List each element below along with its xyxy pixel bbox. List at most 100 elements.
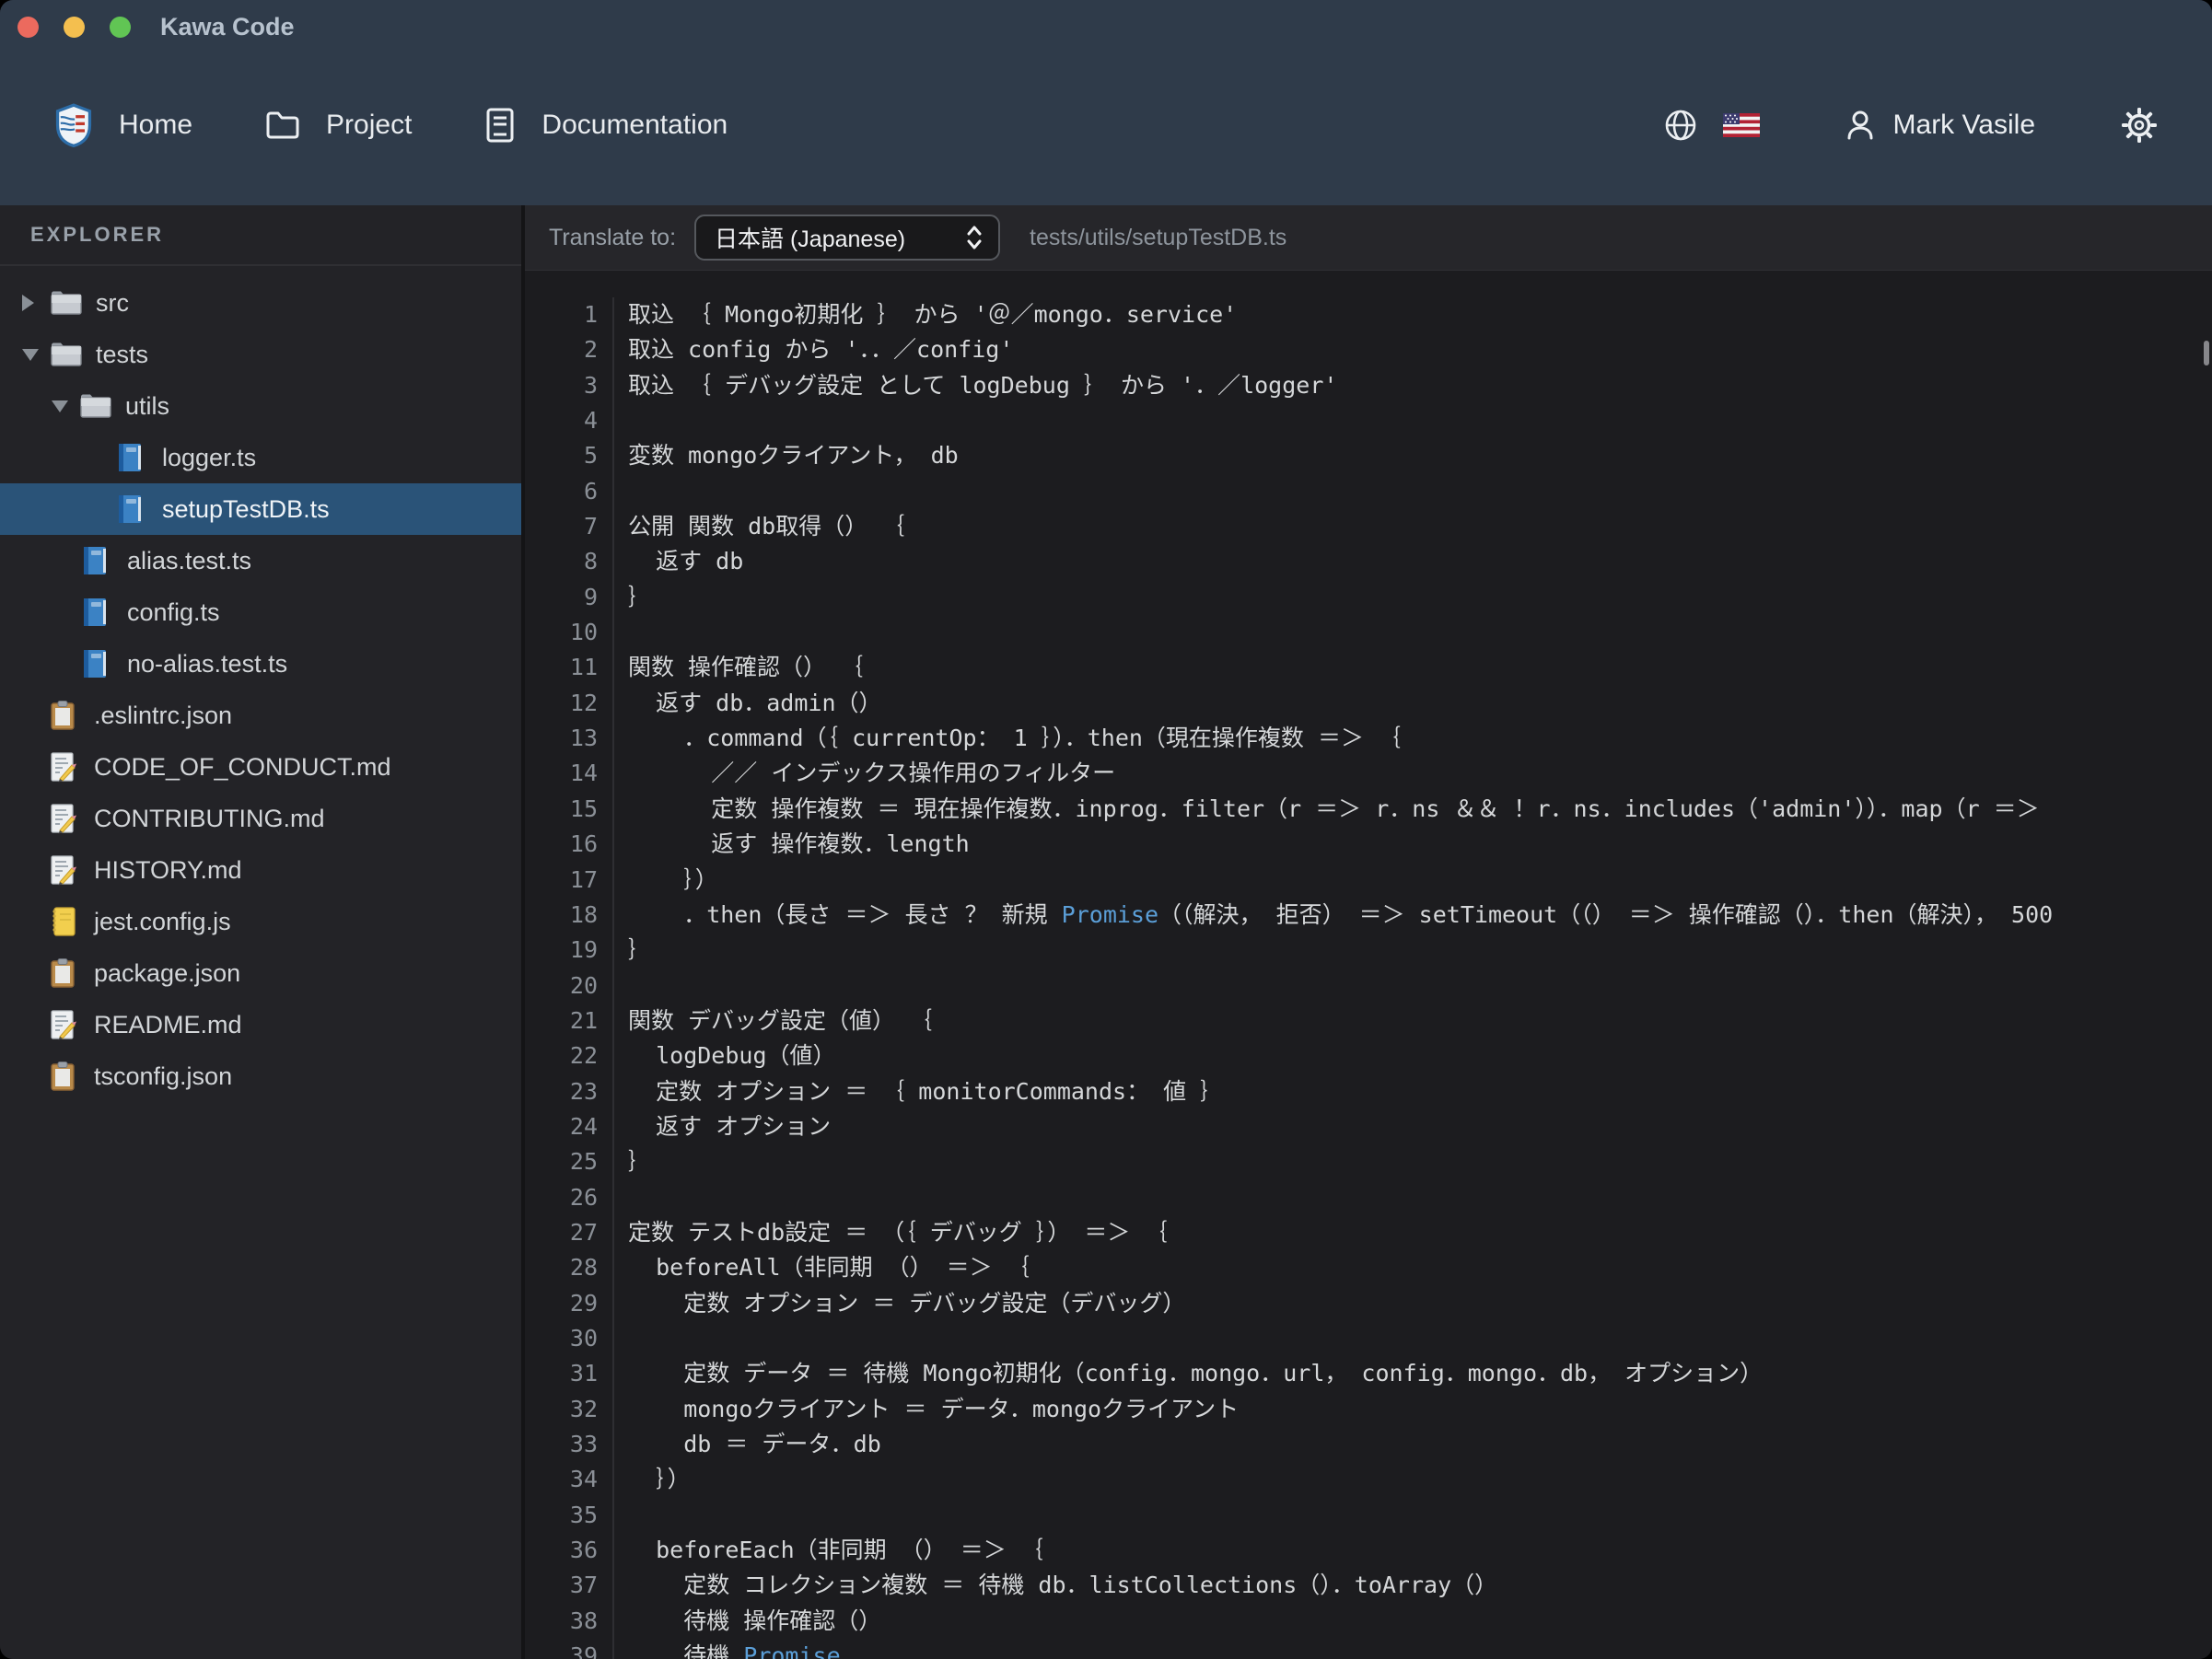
line-number: 21 xyxy=(525,1004,612,1038)
code-token: 定数 データ ＝ 待機 Mongo初期化（config．mongo．url， c… xyxy=(628,1360,1763,1386)
tree-item-code-of-conduct-md[interactable]: CODE_OF_CONDUCT.md xyxy=(0,741,521,793)
line-number: 35 xyxy=(525,1498,612,1533)
code-token: db ＝ データ．db xyxy=(628,1431,881,1457)
code-line[interactable]: 変数 mongoクライアント， db xyxy=(614,438,2212,473)
code-token: 返す 操作複数．length xyxy=(628,830,970,857)
user-menu[interactable]: Mark Vasile xyxy=(1842,107,2035,144)
us-flag-icon[interactable] xyxy=(1722,111,1761,139)
code-token: ｝ xyxy=(628,584,651,610)
zoom-button[interactable] xyxy=(110,17,131,38)
code-line[interactable]: 定数 オプション ＝ ｛ monitorCommands： 値 ｝ xyxy=(614,1074,2212,1109)
document-outline-icon xyxy=(483,107,517,144)
code-line[interactable]: 返す db xyxy=(614,544,2212,579)
code-line[interactable] xyxy=(614,1498,2212,1533)
tree-item-label: alias.test.ts xyxy=(127,547,251,575)
code-line[interactable]: 取込 config から '．．／config' xyxy=(614,332,2212,367)
close-button[interactable] xyxy=(17,17,39,38)
code-line[interactable]: mongoクライアント ＝ データ．mongoクライアント xyxy=(614,1392,2212,1427)
code-line[interactable]: 返す 操作複数．length xyxy=(614,827,2212,862)
code-line[interactable]: 定数 操作複数 ＝ 現在操作複数．inprog．filter（r ＝＞ r．ns… xyxy=(614,792,2212,827)
minimize-button[interactable] xyxy=(64,17,85,38)
tree-item-tsconfig-json[interactable]: tsconfig.json xyxy=(0,1050,521,1102)
editor-pane: Translate to: 日本語 (Japanese) tests/utils… xyxy=(525,205,2212,1659)
code-line[interactable]: 定数 コレクション複数 ＝ 待機 db．listCollections（）．to… xyxy=(614,1568,2212,1603)
chevron-down-icon[interactable] xyxy=(22,349,50,361)
code-line[interactable]: ｝ xyxy=(614,580,2212,615)
code-area[interactable]: 1234567891011121314151617181920212223242… xyxy=(525,271,2212,1659)
book-icon xyxy=(81,597,116,628)
code-line[interactable]: 関数 操作確認（） ｛ xyxy=(614,650,2212,685)
code-line[interactable]: ｝ xyxy=(614,933,2212,968)
code-line[interactable]: 定数 テストdb設定 ＝ （｛ デバッグ ｝） ＝＞ ｛ xyxy=(614,1215,2212,1250)
clipboard-icon xyxy=(48,957,83,989)
tree-item-no-alias-test-ts[interactable]: no-alias.test.ts xyxy=(0,638,521,690)
code-line[interactable]: ｝） xyxy=(614,1462,2212,1497)
tree-item-contributing-md[interactable]: CONTRIBUTING.md xyxy=(0,793,521,844)
language-select-value: 日本語 (Japanese) xyxy=(715,221,941,254)
nav-item-project[interactable]: Project xyxy=(264,110,412,141)
tree-item-config-ts[interactable]: config.ts xyxy=(0,586,521,638)
code-line[interactable]: 返す オプション xyxy=(614,1109,2212,1144)
book-icon xyxy=(81,648,116,679)
code-line[interactable]: 定数 データ ＝ 待機 Mongo初期化（config．mongo．url， c… xyxy=(614,1356,2212,1391)
code-line[interactable]: ｝ xyxy=(614,1144,2212,1179)
code-line[interactable] xyxy=(614,615,2212,650)
code-line[interactable]: beforeEach（非同期 （） ＝＞ ｛ xyxy=(614,1533,2212,1568)
line-number: 26 xyxy=(525,1180,612,1215)
globe-icon[interactable] xyxy=(1663,108,1698,143)
code-token: 関数 操作確認（） ｛ xyxy=(628,654,863,680)
tree-item--eslintrc-json[interactable]: .eslintrc.json xyxy=(0,690,521,741)
tree-item-package-json[interactable]: package.json xyxy=(0,947,521,999)
tree-item-jest-config-js[interactable]: jest.config.js xyxy=(0,896,521,947)
tree-item-readme-md[interactable]: README.md xyxy=(0,999,521,1050)
gear-icon[interactable] xyxy=(2120,106,2159,145)
language-select[interactable]: 日本語 (Japanese) xyxy=(694,215,1000,261)
tree-item-label: CODE_OF_CONDUCT.md xyxy=(94,753,391,782)
code-line[interactable] xyxy=(614,474,2212,509)
line-number: 36 xyxy=(525,1533,612,1568)
code-line[interactable]: 待機 操作確認（） xyxy=(614,1604,2212,1639)
code-line[interactable]: beforeAll（非同期 （） ＝＞ ｛ xyxy=(614,1250,2212,1285)
code-line[interactable]: 取込 ｛ デバッグ設定 として logDebug ｝ から '．／logger' xyxy=(614,368,2212,403)
tree-item-label: utils xyxy=(125,392,169,421)
code-line[interactable]: 待機 Promise xyxy=(614,1639,2212,1659)
tree-item-logger-ts[interactable]: logger.ts xyxy=(0,432,521,483)
nav-item-documentation[interactable]: Documentation xyxy=(483,107,728,144)
code-line[interactable] xyxy=(614,403,2212,438)
tree-item-label: HISTORY.md xyxy=(94,856,242,885)
memo-icon xyxy=(48,751,83,783)
code-line[interactable]: ｝） xyxy=(614,863,2212,898)
tree-item-tests[interactable]: tests xyxy=(0,329,521,380)
code-line[interactable]: db ＝ データ．db xyxy=(614,1427,2212,1462)
code-line[interactable]: ／／ インデックス操作用のフィルター xyxy=(614,756,2212,791)
code-line[interactable]: 返す db．admin（） xyxy=(614,686,2212,721)
code-token: beforeAll（非同期 （） ＝＞ ｛ xyxy=(628,1254,1030,1281)
chevron-down-icon[interactable] xyxy=(52,400,79,412)
code-line[interactable]: ．command（｛ currentOp： 1 ｝）．then（現在操作複数 ＝… xyxy=(614,721,2212,756)
code-line[interactable] xyxy=(614,1180,2212,1215)
code-line[interactable] xyxy=(614,969,2212,1004)
code-line[interactable] xyxy=(614,1321,2212,1356)
code-line[interactable]: logDebug（値） xyxy=(614,1038,2212,1073)
code-line[interactable]: 公開 関数 db取得（） ｛ xyxy=(614,509,2212,544)
vertical-scrollbar[interactable] xyxy=(2204,341,2209,365)
chevron-right-icon[interactable] xyxy=(22,295,50,311)
memo-icon xyxy=(48,854,83,886)
tree-item-history-md[interactable]: HISTORY.md xyxy=(0,844,521,896)
code-token: （（解決， 拒否） ＝＞ setTimeout（（） ＝＞ 操作確認（）．the… xyxy=(1158,901,2053,928)
code-line[interactable]: 関数 デバッグ設定（値） ｛ xyxy=(614,1004,2212,1038)
code-token: ｝ xyxy=(628,1148,651,1175)
tree-item-src[interactable]: src xyxy=(0,277,521,329)
code-line[interactable]: 定数 オプション ＝ デバッグ設定（デバッグ） xyxy=(614,1286,2212,1321)
code-token: ．command（｛ currentOp： 1 ｝）．then（現在操作複数 ＝… xyxy=(628,725,1401,751)
tree-item-label: .eslintrc.json xyxy=(94,702,232,730)
line-number: 33 xyxy=(525,1427,612,1462)
nav-item-home[interactable]: Home xyxy=(53,103,192,147)
explorer-header: EXPLORER xyxy=(0,205,521,266)
tree-item-alias-test-ts[interactable]: alias.test.ts xyxy=(0,535,521,586)
code-line[interactable]: ．then（長さ ＝＞ 長さ ？ 新規 Promise（（解決， 拒否） ＝＞ … xyxy=(614,898,2212,933)
line-number: 32 xyxy=(525,1392,612,1427)
code-line[interactable]: 取込 ｛ Mongo初期化 ｝ から '＠／mongo．service' xyxy=(614,297,2212,332)
tree-item-utils[interactable]: utils xyxy=(0,380,521,432)
tree-item-setuptestdb-ts[interactable]: setupTestDB.ts xyxy=(0,483,521,535)
